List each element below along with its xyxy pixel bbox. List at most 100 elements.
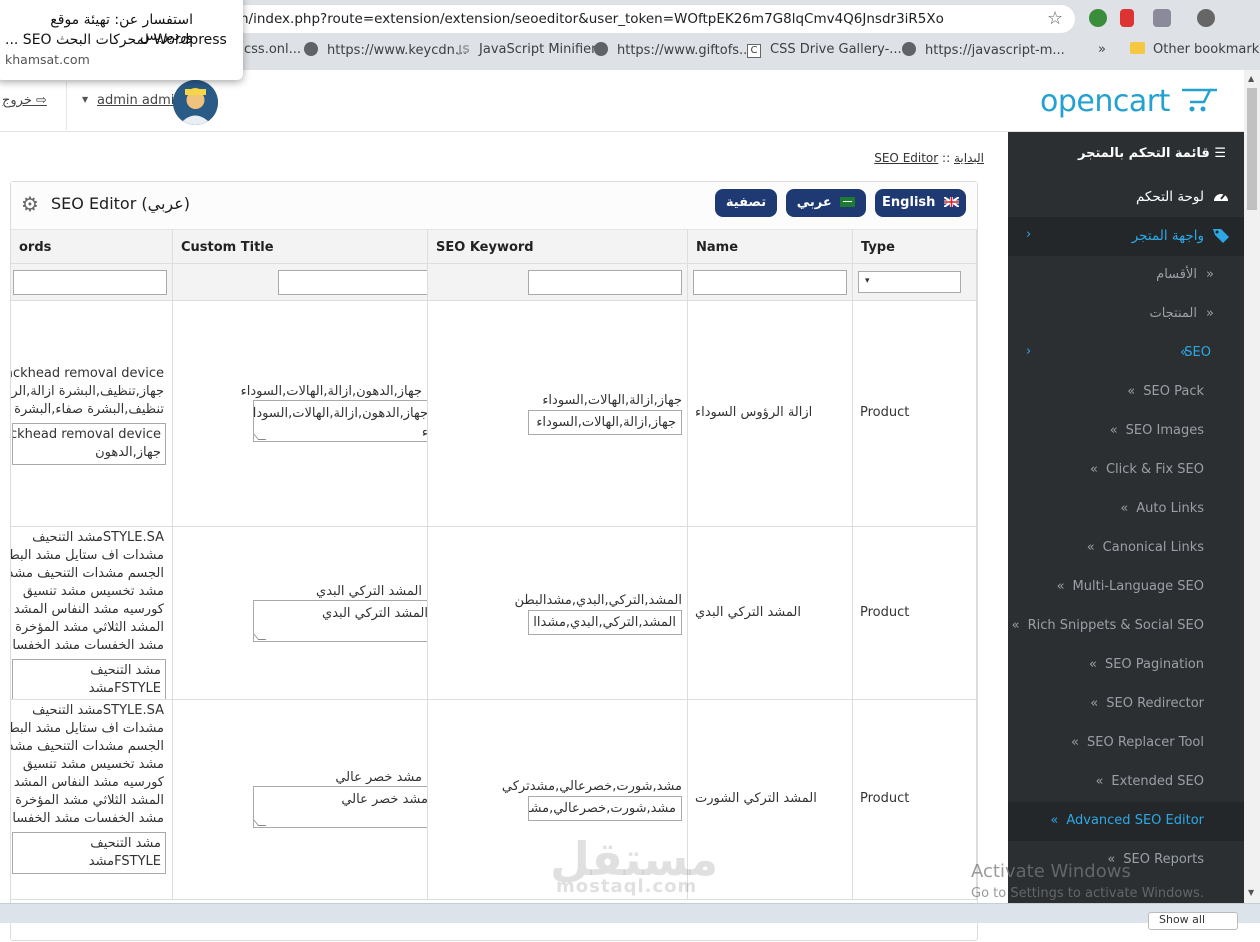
keywords-line: جهاز,تنظيف,البشرة ازالة,الرؤو [11, 384, 164, 399]
double-chevron-icon: « [1071, 735, 1080, 750]
panel-title: SEO Editor (عربي) [51, 194, 191, 213]
filter-button[interactable]: تصفية [715, 189, 777, 217]
seo-keyword-cell: جهاز,ازالة,الهالات,السوداء جهاز,ازالة,اله… [428, 301, 688, 526]
bookmark-6[interactable]: https://javascript-m... [902, 42, 1065, 58]
button-label: English [882, 195, 936, 210]
breadcrumb-home[interactable]: البداية [954, 151, 984, 165]
bookmark-4[interactable]: https://www.giftofs... [594, 42, 751, 58]
extension-gray-icon[interactable] [1153, 9, 1171, 27]
folder-icon [1130, 42, 1145, 54]
seo-keyword-input[interactable]: مشد,شورت,خصرعالي,مشـ [528, 796, 682, 821]
sidebar-item-label: SEO [1184, 345, 1211, 360]
sidebar-item-seo-sub[interactable]: Rich Snippets & Social SEO « [1008, 607, 1244, 646]
seo-keyword-text: جهاز,ازالة,الهالات,السوداء [542, 393, 682, 408]
keywords-textarea[interactable]: مشد التنحيف FSTYLEمشد [12, 659, 166, 699]
type-cell: Product [853, 527, 977, 699]
sidebar-item-label: Multi-Language SEO [1072, 579, 1204, 594]
globe-icon [902, 42, 916, 56]
bookmark-5[interactable]: C CSS Drive Gallery-... [747, 42, 902, 58]
notification-popup[interactable]: استفسار عن: تهيئة موقع ورديريس ... SEO ل… [0, 0, 243, 80]
double-chevron-icon: « [1086, 540, 1095, 555]
sidebar-item-dashboard[interactable]: لوحة التحكم [1008, 178, 1244, 217]
other-bookmarks[interactable]: Other bookmarks [1130, 42, 1260, 57]
bookmark-1[interactable]: css.onl... [244, 42, 301, 57]
filter-cell [688, 264, 853, 300]
english-language-button[interactable]: English [875, 189, 966, 217]
sidebar-menu: ☰ قائمة التحكم بالمتجر لوحة التحكم واجهة… [1008, 132, 1244, 923]
sidebar-item-seo-sub[interactable]: SEO Pagination « [1008, 646, 1244, 685]
sidebar-item-storefront[interactable]: واجهة المتجر › [1008, 217, 1244, 256]
keywords-filter-input[interactable] [13, 270, 167, 295]
avatar[interactable] [173, 80, 218, 125]
user-menu[interactable]: admin admin [97, 93, 183, 108]
sidebar-item-seo-sub[interactable]: SEO Redirector « [1008, 685, 1244, 724]
sidebar-item-categories[interactable]: الأقسام » [1008, 256, 1244, 295]
logout-link[interactable]: خروج ⇨ [2, 93, 47, 108]
sidebar-item-seo[interactable]: SEO « › [1008, 334, 1244, 373]
chevron-right-icon: › [1026, 344, 1032, 359]
sidebar-item-seo-sub[interactable]: Auto Links « [1008, 490, 1244, 529]
seo-keyword-input[interactable]: جهاز,ازالة,الهالات,السوداء [528, 410, 682, 435]
custom-title-textarea[interactable]: المشد التركي البدي [253, 600, 427, 642]
c-icon: C [747, 44, 761, 58]
extension-globe-icon[interactable] [1089, 9, 1107, 27]
breadcrumb-current[interactable]: SEO Editor [874, 151, 938, 165]
keywords-textarea[interactable]: Blackhead removal device جهاز,الدهون [12, 423, 166, 465]
vertical-scrollbar[interactable]: ▲ ▼ [1244, 70, 1260, 903]
url-text[interactable]: n/index.php?route=extension/extension/se… [240, 11, 944, 27]
keywords-line: المشد الثلاثي مشد المؤخرة [15, 620, 164, 635]
keywords-line: كورسيه مشد النفاس المشد [13, 775, 164, 790]
bookmarks-overflow[interactable]: » [1098, 42, 1106, 57]
column-header-keywords[interactable]: ords [11, 230, 173, 263]
seo-keyword-filter-input[interactable] [528, 270, 682, 295]
custom-title-textarea[interactable]: جهاز,الدهون,ازالة,الهالات,السودا ء [253, 400, 428, 442]
sidebar-item-label: المنتجات [1149, 306, 1197, 321]
seo-keyword-input[interactable]: المشد,التركي,البدي,مشداا [528, 610, 682, 635]
button-label: عربي [796, 195, 832, 210]
column-label: SEO Keyword [436, 240, 534, 255]
sidebar-item-seo-sub[interactable]: SEO Images « [1008, 412, 1244, 451]
sidebar-item-products[interactable]: المنتجات » [1008, 295, 1244, 334]
sidebar-item-label: SEO Pack [1143, 384, 1204, 399]
column-header-custom-title[interactable]: Custom Title [173, 230, 428, 263]
sidebar-item-seo-sub[interactable]: Canonical Links « [1008, 529, 1244, 568]
keywords-textarea[interactable]: مشد التنحيف FSTYLEمشد [12, 832, 166, 874]
keywords-cell: STYLE.SAمشد التنحيف مشدات اف ستايل مشد ال… [11, 527, 173, 699]
column-header-type[interactable]: Type [853, 230, 977, 263]
table-row: Blackhead removal device ج جهاز,تنظيف,الب… [11, 301, 977, 527]
bookmark-label: CSS Drive Gallery-... [770, 42, 902, 57]
custom-title-cell: مشد خصر عالي مشد خصر عالي [173, 700, 428, 899]
column-header-seo-keyword[interactable]: SEO Keyword [428, 230, 688, 263]
custom-title-filter-input[interactable] [278, 270, 427, 295]
name-cell: ازالة الرؤوس السوداء [688, 301, 853, 526]
opencart-logo[interactable]: opencart [1040, 84, 1170, 119]
column-header-name[interactable]: Name [688, 230, 853, 263]
show-all-button[interactable]: Show all [1148, 912, 1238, 930]
name-filter-input[interactable] [693, 270, 847, 295]
profile-icon[interactable] [1197, 9, 1215, 27]
scroll-thumb[interactable] [1247, 88, 1257, 210]
sidebar-item-seo-sub[interactable]: SEO Replacer Tool « [1008, 724, 1244, 763]
notification-source: khamsat.com [5, 52, 90, 67]
arabic-language-button[interactable]: عربي [786, 189, 866, 217]
scroll-up-icon[interactable]: ▲ [1248, 74, 1254, 83]
sidebar-item-seo-sub[interactable]: Click & Fix SEO « [1008, 451, 1244, 490]
bookmark-3[interactable]: JS JavaScript Minifier [458, 42, 597, 57]
custom-title-textarea[interactable]: مشد خصر عالي [253, 786, 427, 828]
sidebar-item-seo-sub[interactable]: Advanced SEO Editor « [1008, 802, 1244, 841]
sidebar-item-seo-sub[interactable]: SEO Pack « [1008, 373, 1244, 412]
double-chevron-icon: « [1090, 696, 1099, 711]
sidebar-item-seo-sub[interactable]: Multi-Language SEO « [1008, 568, 1244, 607]
bookmark-star-icon[interactable]: ☆ [1047, 8, 1063, 29]
extension-red-icon[interactable] [1120, 9, 1134, 27]
sidebar-item-seo-sub[interactable]: Extended SEO « [1008, 763, 1244, 802]
scroll-down-icon[interactable]: ▼ [1248, 888, 1254, 897]
sidebar-item-label: Extended SEO [1111, 774, 1204, 789]
table-row: STYLE.SAمشد التنحيف مشدات اف ستايل مشد ال… [11, 527, 977, 700]
custom-title-textarea-line: ء [421, 425, 428, 440]
keywords-line: مشدات اف ستايل مشد البط [11, 721, 164, 736]
navigation-heading: ☰ قائمة التحكم بالمتجر [1078, 146, 1226, 161]
bookmark-2[interactable]: https://www.keycdn... [304, 42, 467, 58]
js-icon: JS [458, 43, 471, 56]
type-filter-select[interactable]: ▾ [858, 271, 961, 293]
